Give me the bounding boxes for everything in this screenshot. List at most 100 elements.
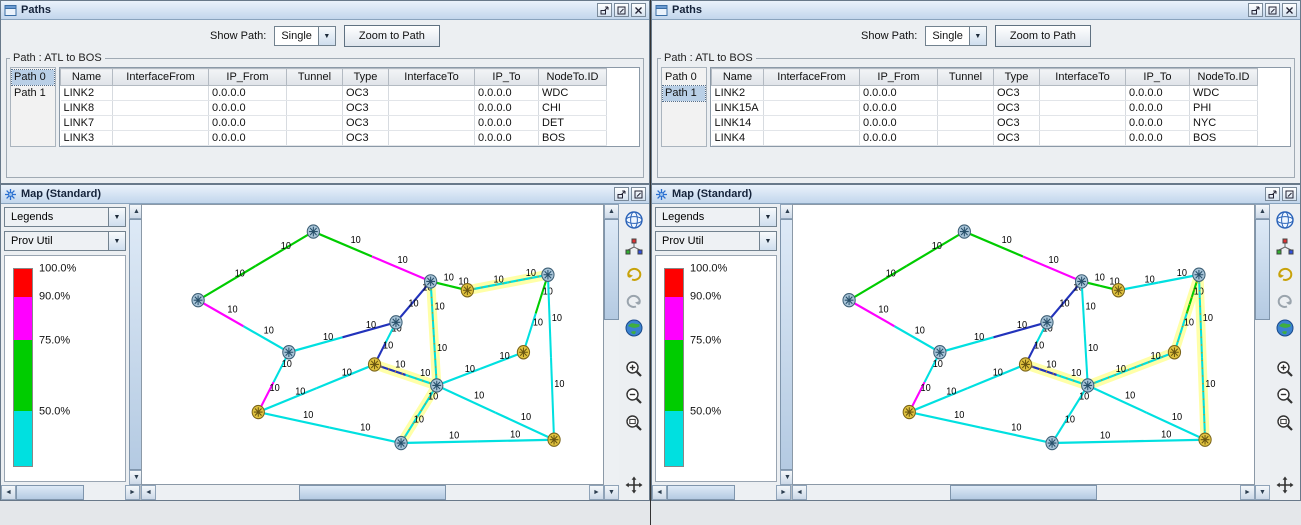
column-header[interactable]: NodeTo.ID [539,69,607,86]
column-header[interactable]: InterfaceFrom [113,69,209,86]
scroll-track[interactable] [604,219,619,485]
map-canvas[interactable]: 1010101010101010101010101010101010101010… [141,204,604,485]
topology-map[interactable]: 1010101010101010101010101010101010101010… [142,205,603,484]
router-node[interactable] [934,346,946,359]
map-vscroll[interactable]: ▲ ▼ [1255,204,1270,500]
router-node[interactable] [192,294,204,307]
router-node[interactable] [1193,268,1205,281]
paths-titlebar[interactable]: Paths [1,1,649,20]
map-vscroll[interactable]: ▲ ▼ [604,204,619,500]
scroll-right-icon[interactable]: ► [1240,485,1255,500]
path-node[interactable] [1112,284,1124,297]
scroll-thumb[interactable] [16,485,84,500]
topology-legend-icon[interactable] [624,237,644,257]
map-edge[interactable] [964,232,1023,257]
legends-select[interactable]: Legends ▼ [4,207,126,227]
util-select[interactable]: Prov Util ▼ [4,231,126,251]
column-header[interactable]: Name [712,69,764,86]
undo-view-icon[interactable] [624,264,644,284]
sidebar-hscroll[interactable]: ◄ ► [1,485,140,500]
scroll-up-icon[interactable]: ▲ [1255,204,1270,219]
router-node[interactable] [542,268,554,281]
world-map-icon[interactable] [1275,318,1295,338]
zoom-out-icon[interactable] [1275,386,1295,406]
column-header[interactable]: Type [343,69,389,86]
path-node[interactable] [1019,358,1031,371]
topology-map[interactable]: 1010101010101010101010101010101010101010… [793,205,1254,484]
undo-view-icon[interactable] [1275,264,1295,284]
chevron-down-icon[interactable]: ▼ [969,27,986,45]
path-node[interactable] [252,405,264,418]
map-edge[interactable] [289,337,343,352]
zoom-out-icon[interactable] [624,386,644,406]
chevron-down-icon[interactable]: ▼ [759,232,776,250]
router-node[interactable] [843,294,855,307]
router-node[interactable] [1076,275,1088,288]
map-edge[interactable] [437,385,496,412]
path-list-item[interactable]: Path 1 [12,86,54,101]
path-list-item[interactable]: Path 0 [12,70,54,85]
paths-titlebar[interactable]: Paths [652,1,1300,20]
table-row[interactable]: LINK20.0.0.0OC30.0.0.0WDC [712,86,1258,101]
router-node[interactable] [390,316,402,329]
table-row[interactable]: LINK30.0.0.0OC30.0.0.0BOS [61,131,607,146]
table-row[interactable]: LINK15A0.0.0.0OC30.0.0.0PHI [712,101,1258,116]
scroll-right-icon[interactable]: ► [589,485,604,500]
atlas-globe-icon[interactable] [624,210,644,230]
column-header[interactable]: InterfaceTo [389,69,475,86]
scroll-left-icon[interactable]: ◄ [1,485,16,500]
zoom-selection-icon[interactable] [624,413,644,433]
scroll-right-icon[interactable]: ► [125,485,140,500]
map-edge[interactable] [1088,385,1147,412]
path-node[interactable] [1168,346,1180,359]
router-node[interactable] [431,379,443,392]
zoom-in-icon[interactable] [624,359,644,379]
router-node[interactable] [1041,316,1053,329]
map-edge[interactable] [1085,333,1088,385]
path-list-item[interactable]: Path 1 [663,86,705,101]
topology-legend-icon[interactable] [1275,237,1295,257]
map-edge[interactable] [313,232,372,257]
table-row[interactable]: LINK20.0.0.0OC30.0.0.0WDC [61,86,607,101]
scroll-up-icon[interactable]: ▲ [604,204,619,219]
scroll-thumb[interactable] [299,485,446,500]
scroll-left-icon[interactable]: ◄ [141,485,156,500]
scroll-track[interactable] [1255,219,1270,485]
chevron-down-icon[interactable]: ▼ [318,27,335,45]
column-header[interactable]: InterfaceTo [1040,69,1126,86]
path-node[interactable] [1199,433,1211,446]
maximize-button[interactable] [614,3,629,17]
atlas-globe-icon[interactable] [1275,210,1295,230]
redo-view-icon[interactable] [624,291,644,311]
router-node[interactable] [958,225,970,238]
map-edge[interactable] [940,337,994,352]
scroll-track[interactable] [16,485,125,500]
minimize-button[interactable] [1248,3,1263,17]
router-node[interactable] [395,436,407,449]
router-node[interactable] [307,225,319,238]
map-edge[interactable] [198,266,256,300]
scroll-track[interactable] [807,485,1240,500]
map-edge[interactable] [1052,441,1128,443]
minimize-button[interactable] [597,3,612,17]
table-row[interactable]: LINK70.0.0.0OC30.0.0.0DET [61,116,607,131]
map-edge[interactable] [258,412,329,428]
chevron-down-icon[interactable]: ▼ [759,208,776,226]
scroll-track[interactable] [156,485,589,500]
column-header[interactable]: Tunnel [938,69,994,86]
zoom-in-icon[interactable] [1275,359,1295,379]
path-node[interactable] [548,433,560,446]
map-hscroll[interactable]: ◄ ► [792,485,1255,500]
close-button[interactable] [631,3,646,17]
show-path-select[interactable]: Single ▼ [925,26,987,46]
map-edge[interactable] [909,388,967,412]
minimize-button[interactable] [614,187,629,201]
zoom-to-path-button[interactable]: Zoom to Path [995,25,1091,47]
pan-icon[interactable] [624,475,644,495]
path-node[interactable] [903,405,915,418]
scroll-thumb[interactable] [604,219,619,320]
map-hscroll[interactable]: ◄ ► [141,485,604,500]
zoom-to-path-button[interactable]: Zoom to Path [344,25,440,47]
path-node[interactable] [517,346,529,359]
world-map-icon[interactable] [624,318,644,338]
